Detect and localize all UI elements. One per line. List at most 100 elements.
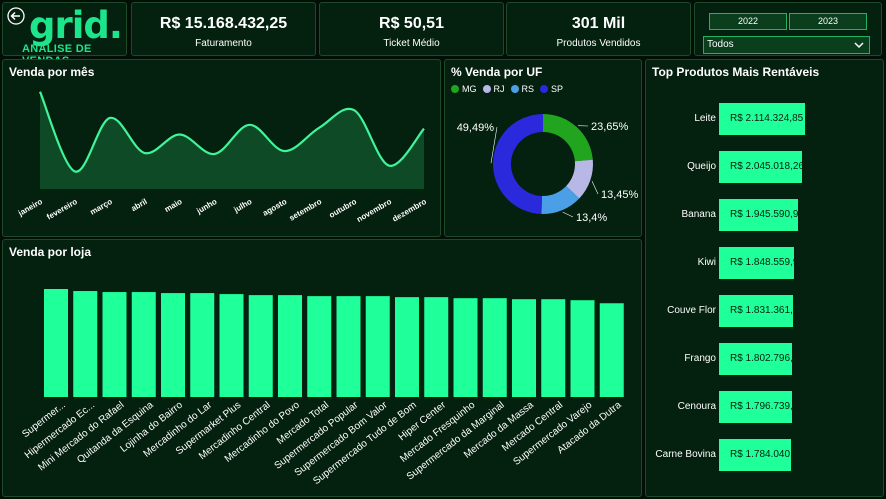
product-value-label: R$ 2.114.324,85 <box>730 113 804 124</box>
product-label: Leite <box>694 113 716 124</box>
month-tick-label: setembro <box>288 197 324 223</box>
store-bar[interactable] <box>424 297 449 397</box>
product-value-label: R$ 1.831.361,30 <box>730 305 804 316</box>
month-tick-label: outubro <box>328 197 359 220</box>
logo-panel: grid. ANÁLISE DE VENDAS <box>2 2 127 67</box>
product-value-label: R$ 1.796.739,95 <box>730 401 804 412</box>
kpi-value: R$ 15.168.432,25 <box>159 15 288 32</box>
month-tick-label: junho <box>194 197 218 216</box>
year-button-2022[interactable]: 2022 <box>709 13 787 30</box>
chevron-down-icon <box>854 42 864 49</box>
month-point[interactable] <box>212 151 218 157</box>
slice-data-label: 13,4% <box>576 212 607 224</box>
monthly-sales-chart: janeiro fevereiro março abril maio junho julho… <box>16 89 428 224</box>
store-bar[interactable] <box>482 298 507 397</box>
store-bar[interactable] <box>512 299 536 397</box>
panel-title: Top Produtos Mais Rentáveis <box>652 65 820 79</box>
kpi-label: Faturamento <box>195 38 252 49</box>
store-bar[interactable] <box>219 294 244 397</box>
product-label: Banana <box>681 209 716 220</box>
month-point[interactable] <box>37 89 43 95</box>
product-label: Cenoura <box>677 401 716 412</box>
kpi-value: 301 Mil <box>571 15 626 32</box>
product-value-label: R$ 1.945.590,90 <box>730 209 804 220</box>
kpi-produtos-vendidos: 301 Mil Produtos Vendidos <box>506 2 691 56</box>
month-point[interactable] <box>281 148 287 154</box>
month-tick-label: abril <box>130 197 149 213</box>
store-bar[interactable] <box>541 299 566 397</box>
store-sales-panel: Venda por loja Supermer... Hipermercado E… <box>2 239 642 497</box>
store-bar[interactable] <box>336 296 361 397</box>
product-label: Carne Bovina <box>655 449 716 460</box>
month-tick-label: fevereiro <box>45 197 79 222</box>
month-point[interactable] <box>177 132 183 138</box>
store-bar[interactable] <box>131 292 156 397</box>
product-row[interactable]: Leite R$ 2.114.324,85 <box>646 103 886 135</box>
uf-donut-chart: 23,65% 13,45% 13,4% 49,49% <box>457 114 639 224</box>
kpi-ticket-medio: R$ 50,51 Ticket Médio <box>319 2 504 56</box>
month-point[interactable] <box>421 126 427 132</box>
product-label: Kiwi <box>697 257 716 268</box>
store-bar[interactable] <box>102 292 127 397</box>
store-bar[interactable] <box>365 296 390 397</box>
product-row[interactable]: Cenoura R$ 1.796.739,95 <box>646 391 886 423</box>
month-tick-label: novembro <box>355 197 393 224</box>
month-point[interactable] <box>246 122 252 128</box>
product-row[interactable]: Kiwi R$ 1.848.559,93 <box>646 247 886 279</box>
product-label: Couve Flor <box>667 305 716 316</box>
month-point[interactable] <box>351 107 357 113</box>
store-bar[interactable] <box>73 291 98 397</box>
product-row[interactable]: Queijo R$ 2.045.018,26 <box>646 151 886 183</box>
month-tick-label: março <box>89 197 114 217</box>
filter-dropdown[interactable]: Todos <box>703 36 870 54</box>
slice-data-label: 23,65% <box>591 121 629 133</box>
store-bar[interactable] <box>190 293 215 397</box>
logo-wordmark: grid. <box>29 4 123 47</box>
store-bar[interactable] <box>570 300 595 397</box>
donut-slice-mg[interactable] <box>543 114 593 162</box>
product-label: Queijo <box>687 161 716 172</box>
store-bar[interactable] <box>599 303 624 397</box>
month-point[interactable] <box>72 168 78 174</box>
store-sales-chart: Supermer...Hipermercado Ec...Mini Mercad… <box>20 289 624 487</box>
store-bar[interactable] <box>453 298 478 397</box>
store-bar[interactable] <box>44 289 68 397</box>
filter-panel: 2022 2023 Todos <box>694 2 882 56</box>
kpi-label: Ticket Médio <box>383 38 440 49</box>
monthly-sales-panel: Venda por mês janeiro fevereiro março abril… <box>2 59 441 237</box>
product-row[interactable]: Couve Flor R$ 1.831.361,30 <box>646 295 886 327</box>
product-row[interactable]: Carne Bovina R$ 1.784.040,95 <box>646 439 886 471</box>
back-arrow-icon[interactable] <box>7 7 25 25</box>
month-point[interactable] <box>316 125 322 131</box>
year-button-2023[interactable]: 2023 <box>789 13 867 30</box>
store-bar[interactable] <box>161 293 185 397</box>
store-bar[interactable] <box>395 297 419 397</box>
product-row[interactable]: Banana R$ 1.945.590,90 <box>646 199 886 231</box>
product-label: Frango <box>684 353 716 364</box>
slice-data-label: 13,45% <box>601 189 639 201</box>
month-tick-label: dezembro <box>391 197 428 224</box>
leader-line <box>562 211 574 218</box>
product-value-label: R$ 1.784.040,95 <box>730 449 804 460</box>
uf-sales-panel: % Venda por UF MG RJ RS SP 23,65% 13,45% 1… <box>444 59 642 237</box>
product-value-label: R$ 1.802.796,11 <box>730 353 804 364</box>
donut-slice-sp[interactable] <box>493 114 543 214</box>
month-tick-label: maio <box>163 197 184 214</box>
month-tick-label: janeiro <box>16 197 44 218</box>
product-row[interactable]: Frango R$ 1.802.796,11 <box>646 343 886 375</box>
month-tick-label: agosto <box>261 197 288 218</box>
store-bar[interactable] <box>278 295 302 397</box>
month-point[interactable] <box>386 163 392 169</box>
kpi-value: R$ 50,51 <box>379 15 444 32</box>
product-value-label: R$ 2.045.018,26 <box>730 161 804 172</box>
kpi-label: Produtos Vendidos <box>556 38 641 49</box>
store-bar[interactable] <box>307 296 332 397</box>
top-products-panel: Top Produtos Mais Rentáveis Leite R$ 2.11… <box>645 59 884 497</box>
month-tick-label: julho <box>232 197 254 215</box>
store-bar[interactable] <box>248 295 273 397</box>
month-point[interactable] <box>142 150 148 156</box>
dropdown-value: Todos <box>707 39 734 50</box>
month-point[interactable] <box>107 115 113 121</box>
leader-line <box>591 181 599 195</box>
slice-data-label: 49,49% <box>457 122 495 134</box>
